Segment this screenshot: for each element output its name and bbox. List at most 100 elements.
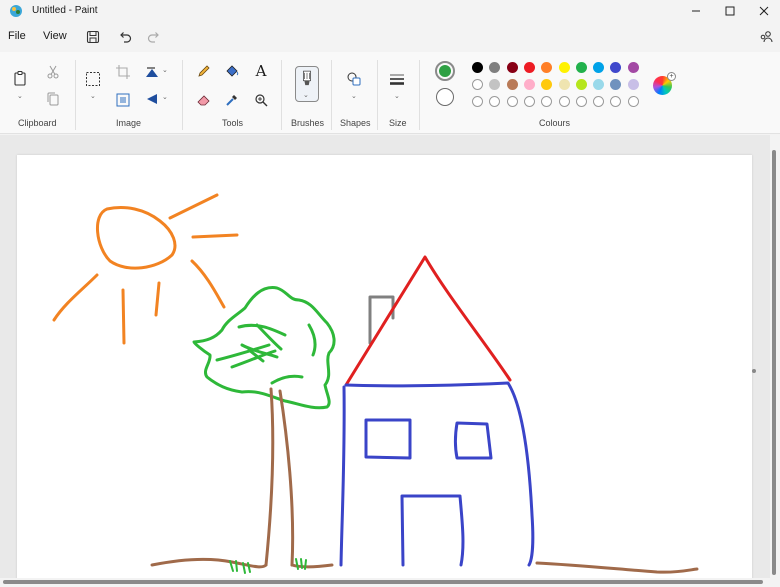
- copy-button[interactable]: [43, 89, 63, 109]
- edit-colors-button[interactable]: +: [653, 72, 676, 95]
- size-chevron-icon[interactable]: ⌄: [394, 92, 400, 100]
- menu-bar: File View: [0, 24, 780, 50]
- palette-swatch[interactable]: [575, 79, 587, 90]
- rotate-chevron-icon[interactable]: ⌄: [162, 66, 168, 74]
- color-picker-button[interactable]: [222, 90, 242, 110]
- custom-color-slot[interactable]: [472, 96, 483, 107]
- undo-button[interactable]: [115, 27, 135, 47]
- crop-icon: [116, 65, 130, 79]
- palette-swatch[interactable]: [558, 62, 570, 73]
- palette-swatch[interactable]: [558, 79, 570, 90]
- flip-button[interactable]: [142, 89, 162, 109]
- ribbon-divider: [377, 60, 378, 130]
- palette-swatch[interactable]: [506, 62, 518, 73]
- title-bar: Untitled - Paint: [0, 0, 780, 22]
- palette-swatch[interactable]: [627, 79, 639, 90]
- palette-swatch[interactable]: [523, 62, 535, 73]
- sun-ray: [190, 259, 226, 309]
- palette-swatch[interactable]: [593, 62, 605, 73]
- palette-swatch[interactable]: [575, 62, 587, 73]
- shapes-chevron-icon[interactable]: ⌄: [351, 92, 357, 100]
- ribbon-divider: [75, 60, 76, 130]
- primary-color-swatch[interactable]: [435, 61, 455, 81]
- palette-swatch[interactable]: [506, 79, 518, 90]
- palette-swatch[interactable]: [610, 62, 622, 73]
- drawing-canvas[interactable]: [17, 155, 752, 587]
- resize-button[interactable]: [113, 90, 133, 110]
- resize-icon: [116, 93, 130, 107]
- drawing: [52, 193, 699, 574]
- crop-button[interactable]: [113, 62, 133, 82]
- group-label-size: Size: [389, 118, 407, 128]
- palette-swatch[interactable]: [610, 79, 622, 90]
- horizontal-scrollbar-thumb[interactable]: [3, 580, 763, 584]
- canvas-resize-handle[interactable]: [752, 369, 756, 373]
- secondary-color-swatch[interactable]: [436, 88, 454, 106]
- ribbon-divider: [281, 60, 282, 130]
- maximize-button[interactable]: [712, 0, 748, 22]
- ribbon-divider: [182, 60, 183, 130]
- group-label-brushes: Brushes: [291, 118, 325, 128]
- fill-button[interactable]: [222, 61, 242, 81]
- magnifier-button[interactable]: [251, 90, 271, 110]
- palette-swatch[interactable]: [472, 79, 483, 90]
- account-button[interactable]: [756, 27, 776, 47]
- shapes-icon: [347, 72, 361, 86]
- minimize-button[interactable]: [678, 0, 714, 22]
- group-label-clipboard: Clipboard: [18, 118, 57, 128]
- custom-color-slot[interactable]: [506, 96, 518, 107]
- save-icon: [86, 30, 100, 44]
- palette-swatch[interactable]: [472, 62, 483, 73]
- flip-icon: [147, 94, 157, 104]
- select-button[interactable]: [83, 69, 103, 89]
- rectangle-select-icon: [86, 72, 100, 86]
- account-icon: [760, 31, 773, 43]
- custom-color-slot[interactable]: [541, 96, 553, 107]
- paint-bucket-icon: [226, 65, 239, 77]
- house-window: [454, 421, 493, 460]
- house-door: [400, 494, 465, 567]
- eraser-icon: [197, 95, 210, 106]
- menu-file[interactable]: File: [8, 30, 26, 42]
- redo-button[interactable]: [144, 27, 164, 47]
- window-title: Untitled - Paint: [32, 5, 98, 16]
- palette-swatch[interactable]: [541, 62, 553, 73]
- flip-chevron-icon[interactable]: ⌄: [162, 93, 168, 101]
- palette-swatch[interactable]: [489, 79, 501, 90]
- paste-chevron-icon[interactable]: ⌄: [17, 92, 23, 100]
- palette-swatch[interactable]: [541, 79, 553, 90]
- custom-color-slot[interactable]: [489, 96, 501, 107]
- size-button[interactable]: [387, 69, 407, 89]
- palette-swatch[interactable]: [627, 62, 639, 73]
- palette-swatch[interactable]: [593, 79, 605, 90]
- tree-trunk: [264, 387, 275, 567]
- cut-button[interactable]: [43, 62, 63, 82]
- text-button[interactable]: A: [251, 61, 271, 81]
- paste-button[interactable]: [10, 68, 30, 88]
- pencil-button[interactable]: [194, 61, 214, 81]
- select-chevron-icon[interactable]: ⌄: [90, 92, 96, 100]
- paint-app-icon: [9, 4, 23, 18]
- custom-color-slot[interactable]: [558, 96, 570, 107]
- custom-color-slot[interactable]: [575, 96, 587, 107]
- close-button[interactable]: [746, 0, 780, 22]
- eyedropper-icon: [226, 95, 237, 106]
- vertical-scrollbar-thumb[interactable]: [772, 150, 776, 575]
- eraser-button[interactable]: [194, 90, 214, 110]
- line-size-icon: [390, 74, 404, 85]
- palette-swatch[interactable]: [489, 62, 501, 73]
- save-button[interactable]: [83, 27, 103, 47]
- group-label-colours: Colours: [539, 118, 571, 128]
- brush-icon: [303, 70, 311, 86]
- custom-color-slot[interactable]: [627, 96, 639, 107]
- group-label-tools: Tools: [222, 118, 244, 128]
- menu-view[interactable]: View: [43, 30, 67, 42]
- custom-color-slot[interactable]: [610, 96, 622, 107]
- rotate-button[interactable]: [142, 62, 162, 82]
- brushes-chevron-icon[interactable]: ⌄: [303, 91, 309, 99]
- shapes-button[interactable]: [344, 69, 364, 89]
- palette-swatch[interactable]: [523, 79, 535, 90]
- pencil-icon: [198, 65, 210, 77]
- custom-color-slot[interactable]: [593, 96, 605, 107]
- custom-color-slot[interactable]: [523, 96, 535, 107]
